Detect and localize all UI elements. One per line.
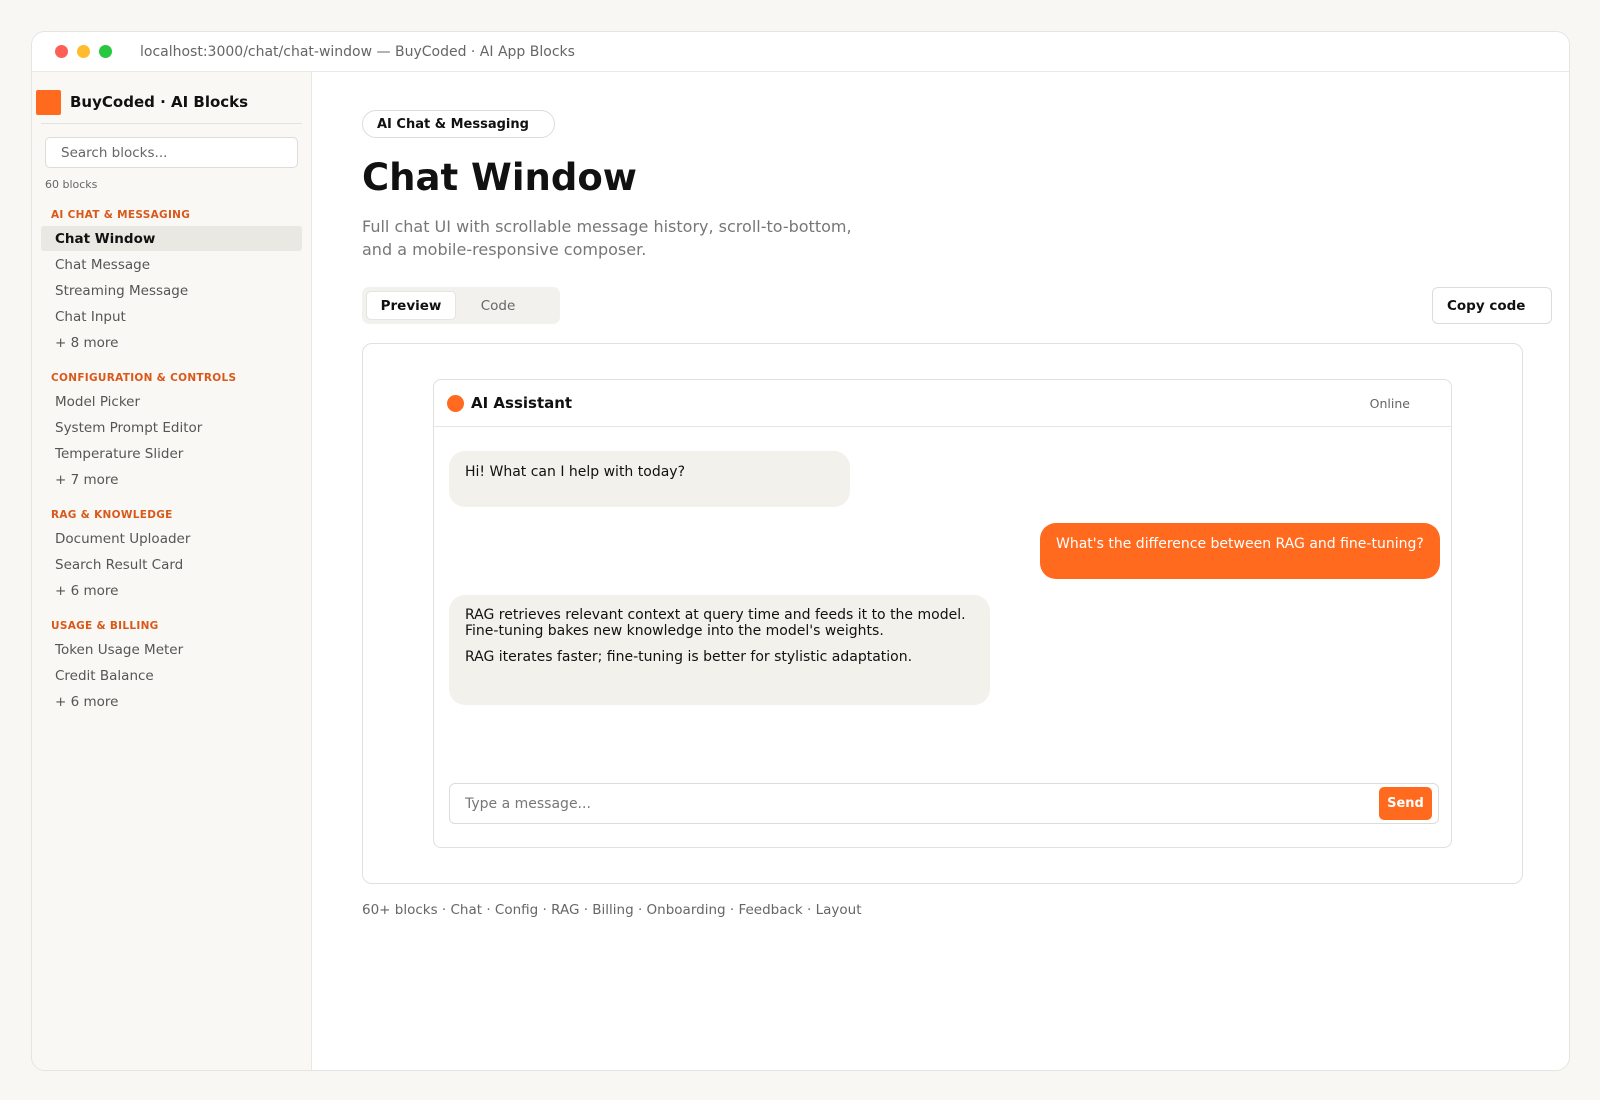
message-text: Hi! What can I help with today? <box>465 464 685 480</box>
sidebar: BuyCoded · AI Blocks Search blocks... 60… <box>32 72 312 1070</box>
sidebar-item-streaming-message[interactable]: Streaming Message <box>41 278 302 303</box>
sidebar-item-more-billing[interactable]: + 6 more <box>41 689 302 714</box>
chat-header: AI Assistant Online <box>434 380 1451 427</box>
send-button[interactable]: Send <box>1379 787 1432 820</box>
block-count: 60 blocks <box>45 178 98 191</box>
section-title-config: CONFIGURATION & CONTROLS <box>51 372 237 384</box>
sidebar-item-document-uploader[interactable]: Document Uploader <box>41 526 302 551</box>
message-text: RAG iterates faster; fine-tuning is bett… <box>465 649 913 665</box>
sidebar-item-search-result-card[interactable]: Search Result Card <box>41 552 302 577</box>
tab-code[interactable]: Code <box>456 291 540 320</box>
message-input[interactable]: Type a message... Send <box>449 783 1439 824</box>
message-bubble-user: What's the difference between RAG and fi… <box>1040 523 1440 579</box>
message-text: What's the difference between RAG and fi… <box>1056 536 1424 552</box>
section-title-billing: USAGE & BILLING <box>51 620 159 632</box>
copy-code-button[interactable]: Copy code <box>1432 287 1552 324</box>
brand-divider <box>41 123 302 124</box>
section-title-rag: RAG & KNOWLEDGE <box>51 509 173 521</box>
chat-window: AI Assistant Online Hi! What can I help … <box>433 379 1452 848</box>
tab-preview[interactable]: Preview <box>366 291 456 320</box>
status-badge: Online <box>1369 395 1410 411</box>
message-input-placeholder: Type a message... <box>465 795 591 812</box>
brand-logo-icon <box>36 89 61 115</box>
title-bar: localhost:3000/chat/chat-window — BuyCod… <box>32 32 1569 72</box>
preview-panel: AI Assistant Online Hi! What can I help … <box>362 343 1523 884</box>
sidebar-item-chat-message[interactable]: Chat Message <box>41 252 302 277</box>
sidebar-item-temperature-slider[interactable]: Temperature Slider <box>41 441 302 466</box>
sidebar-item-chat-window[interactable]: Chat Window <box>41 226 302 251</box>
status-dot-icon <box>447 394 464 412</box>
page-title: Chat Window <box>362 156 637 199</box>
view-tabs: Preview Code <box>362 287 560 324</box>
main-content: AI Chat & Messaging Chat Window Full cha… <box>313 72 1569 1070</box>
close-window-button[interactable] <box>55 45 68 58</box>
category-badge: AI Chat & Messaging <box>362 110 555 138</box>
sidebar-item-more-chat[interactable]: + 8 more <box>41 330 302 355</box>
search-input[interactable]: Search blocks... <box>45 137 298 168</box>
sidebar-item-chat-input[interactable]: Chat Input <box>41 304 302 329</box>
message-bubble-assistant: Hi! What can I help with today? <box>449 451 850 507</box>
assistant-name: AI Assistant <box>471 394 573 412</box>
minimize-window-button[interactable] <box>77 45 90 58</box>
brand[interactable]: BuyCoded · AI Blocks <box>32 72 311 123</box>
sidebar-item-system-prompt-editor[interactable]: System Prompt Editor <box>41 415 302 440</box>
sidebar-item-credit-balance[interactable]: Credit Balance <box>41 663 302 688</box>
footer-text: 60+ blocks · Chat · Config · RAG · Billi… <box>362 902 862 918</box>
browser-window: localhost:3000/chat/chat-window — BuyCod… <box>31 31 1570 1071</box>
brand-name: BuyCoded · AI Blocks <box>70 93 249 111</box>
section-title-chat: AI CHAT & MESSAGING <box>51 209 191 221</box>
message-text: RAG retrieves relevant context at query … <box>465 607 966 639</box>
sidebar-item-more-config[interactable]: + 7 more <box>41 467 302 492</box>
message-bubble-assistant: RAG retrieves relevant context at query … <box>449 595 990 705</box>
sidebar-item-model-picker[interactable]: Model Picker <box>41 389 302 414</box>
sidebar-item-more-rag[interactable]: + 6 more <box>41 578 302 603</box>
url-text: localhost:3000/chat/chat-window — BuyCod… <box>140 43 575 60</box>
maximize-window-button[interactable] <box>99 45 112 58</box>
page-description: Full chat UI with scrollable message his… <box>362 217 852 259</box>
sidebar-item-token-usage-meter[interactable]: Token Usage Meter <box>41 637 302 662</box>
